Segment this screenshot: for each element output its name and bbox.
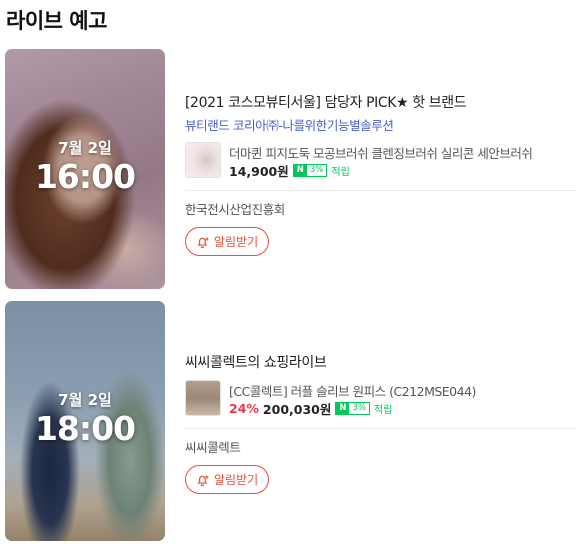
alarm-button-label: 알림받기 <box>214 473 259 487</box>
alarm-button[interactable]: 알림받기 <box>185 465 270 494</box>
live-brands[interactable]: 뷰티랜드 코리아㈜-나를위한기능별솔루션 <box>185 115 577 134</box>
live-time: 16:00 <box>34 157 136 196</box>
live-info: 씨씨콜렉트의 쇼핑라이브 [CC콜렉트] 러플 슬리브 원피스 (C212MSE… <box>185 352 577 494</box>
alarm-button-label: 알림받기 <box>214 235 259 249</box>
naverpay-badge: N 3% <box>335 402 370 415</box>
seller-name[interactable]: 한국전시산업진흥회 <box>185 199 577 218</box>
divider <box>185 428 577 429</box>
product-name[interactable]: 더마퀸 피지도둑 모공브러쉬 클렌징브러쉬 실리콘 세안브러쉬 <box>229 143 577 162</box>
live-card[interactable]: 7월 2일 16:00 [2021 코스모뷰티서울] 담당자 PICK★ 핫 브… <box>5 49 587 289</box>
live-thumbnail[interactable]: 7월 2일 18:00 <box>5 301 165 541</box>
seller-name[interactable]: 씨씨콜렉트 <box>185 437 577 456</box>
naverpay-icon: N <box>293 165 307 176</box>
naverpay-rate: 3% <box>309 165 324 176</box>
bell-plus-icon <box>197 237 209 248</box>
naverpay-badge: N 3% <box>292 164 328 177</box>
product-price-row: 24% 200,030원 N 3% 적립 <box>229 399 392 418</box>
section-title: 라이브 예고 <box>6 9 107 33</box>
earn-label: 적립 <box>373 405 393 416</box>
live-date: 7월 2일 <box>58 391 112 409</box>
live-thumbnail[interactable]: 7월 2일 16:00 <box>5 49 165 289</box>
product-price-row: 14,900원 N 3% 적립 <box>229 161 350 180</box>
naverpay-rate: 3% <box>352 403 366 414</box>
earn-label: 적립 <box>331 167 350 178</box>
bell-plus-icon <box>197 475 209 486</box>
product-thumbnail[interactable] <box>185 142 221 178</box>
product-item[interactable]: 더마퀸 피지도둑 모공브러쉬 클렌징브러쉬 실리콘 세안브러쉬 14,900원 … <box>185 142 577 180</box>
divider <box>185 190 577 191</box>
product-price: 14,900원 <box>229 164 289 179</box>
product-name[interactable]: [CC콜렉트] 러플 슬리브 원피스 (C212MSE044) <box>229 381 577 400</box>
naverpay-icon: N <box>336 403 350 414</box>
live-info: [2021 코스모뷰티서울] 담당자 PICK★ 핫 브랜드 뷰티랜드 코리아㈜… <box>185 92 577 256</box>
live-card[interactable]: 7월 2일 18:00 씨씨콜렉트의 쇼핑라이브 [CC콜렉트] 러플 슬리브 … <box>5 301 587 541</box>
product-thumbnail[interactable] <box>185 380 221 416</box>
live-title[interactable]: [2021 코스모뷰티서울] 담당자 PICK★ 핫 브랜드 <box>185 92 577 112</box>
product-item[interactable]: [CC콜렉트] 러플 슬리브 원피스 (C212MSE044) 24% 200,… <box>185 380 577 418</box>
live-date: 7월 2일 <box>58 139 112 157</box>
product-discount: 24% <box>229 401 259 416</box>
product-price: 200,030원 <box>262 402 332 417</box>
live-title[interactable]: 씨씨콜렉트의 쇼핑라이브 <box>185 352 577 372</box>
live-time: 18:00 <box>34 409 136 448</box>
alarm-button[interactable]: 알림받기 <box>185 227 270 256</box>
